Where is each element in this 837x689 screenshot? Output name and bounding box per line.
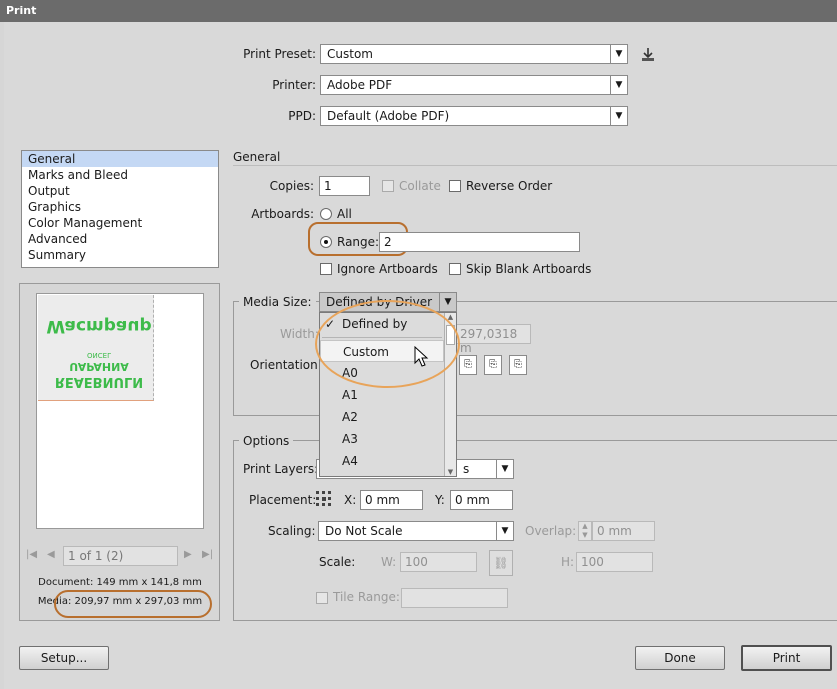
copies-label: Copies:: [269, 179, 314, 193]
first-page-icon[interactable]: |◀: [26, 549, 37, 560]
print-layers-label: Print Layers:: [243, 462, 319, 476]
media-size-label: Media Size:: [239, 295, 316, 309]
reverse-order-label: Reverse Order: [466, 179, 553, 193]
overlap-label: Overlap:: [525, 524, 577, 538]
range-radio[interactable]: [320, 236, 332, 248]
chevron-down-icon: ▼: [610, 45, 627, 63]
sidebar-item-general[interactable]: General: [22, 151, 218, 167]
print-preset-label: Print Preset:: [243, 47, 316, 61]
orientation-landscape-icon[interactable]: ⎘: [459, 355, 477, 375]
chevron-down-icon: ▼: [496, 460, 513, 478]
general-section-title: General: [233, 150, 281, 164]
scale-h-input[interactable]: 100: [576, 552, 653, 572]
scale-h-label: H:: [561, 555, 575, 569]
setup-button[interactable]: Setup...: [19, 646, 109, 670]
artwork-title-text: Wacmpaup: [46, 316, 152, 336]
placement-label: Placement:: [249, 493, 317, 507]
artwork-bottom-text: REAEBNULN: [54, 374, 144, 389]
category-list[interactable]: General Marks and Bleed Output Graphics …: [21, 150, 219, 268]
media-size-highlight: [54, 590, 212, 618]
sidebar-item-graphics[interactable]: Graphics: [22, 199, 218, 215]
chevron-down-icon: ▼: [496, 522, 513, 540]
done-button[interactable]: Done: [635, 646, 725, 670]
general-divider: [233, 165, 837, 166]
sidebar-item-marks-and-bleed[interactable]: Marks and Bleed: [22, 167, 218, 183]
tile-range-label: Tile Range:: [333, 590, 400, 604]
sidebar-item-advanced[interactable]: Advanced: [22, 231, 218, 247]
height-input[interactable]: 297,0318 m: [455, 324, 531, 355]
document-size-text: Document: 149 mm x 141,8 mm: [38, 577, 202, 588]
artwork-small-text: ONCEL: [87, 351, 111, 359]
y-label: Y:: [435, 493, 445, 507]
reverse-order-checkbox[interactable]: [449, 180, 461, 192]
media-option-a3[interactable]: A3: [320, 428, 444, 450]
range-label: Range:: [337, 235, 380, 249]
print-preset-select[interactable]: Custom ▼: [320, 44, 628, 64]
page-indicator-field[interactable]: 1 of 1 (2): [63, 546, 178, 566]
x-input[interactable]: 0 mm: [360, 490, 423, 510]
mouse-cursor-icon: [414, 345, 430, 368]
print-button[interactable]: Print: [741, 645, 832, 671]
overlap-stepper-icon[interactable]: ▲ ▼: [578, 521, 592, 541]
scaling-label: Scaling:: [268, 524, 316, 538]
copies-input[interactable]: 1: [319, 176, 370, 196]
last-page-icon[interactable]: ▶|: [202, 549, 213, 560]
options-section-title: Options: [239, 434, 294, 448]
ppd-select[interactable]: Default (Adobe PDF) ▼: [320, 106, 628, 126]
save-preset-icon[interactable]: [640, 46, 656, 62]
y-input[interactable]: 0 mm: [450, 490, 513, 510]
scale-w-input[interactable]: 100: [400, 552, 477, 572]
next-page-icon[interactable]: ▶: [184, 549, 192, 560]
chevron-down-icon: ▼: [610, 76, 627, 94]
placement-grid-icon[interactable]: [315, 490, 333, 508]
chevron-down-icon: ▼: [610, 107, 627, 125]
sidebar-item-color-management[interactable]: Color Management: [22, 215, 218, 231]
collate-checkbox[interactable]: [382, 180, 394, 192]
link-constrain-icon[interactable]: ⛓: [489, 550, 513, 576]
ignore-artboards-label: Ignore Artboards: [337, 262, 438, 276]
ppd-label: PPD:: [288, 109, 316, 123]
printer-label: Printer:: [272, 78, 316, 92]
all-radio[interactable]: [320, 208, 332, 220]
width-label: Width:: [280, 327, 319, 341]
x-label: X:: [344, 493, 357, 507]
orientation-portrait-flipped-icon[interactable]: ⎘: [484, 355, 502, 375]
scale-w-label: W:: [381, 555, 397, 569]
chevron-down-icon: ▼: [439, 293, 456, 311]
window-title: Print: [0, 0, 837, 22]
orientation-label: Orientation:: [250, 358, 322, 372]
artboards-label: Artboards:: [251, 207, 314, 221]
overlap-input[interactable]: 0 mm: [592, 521, 655, 541]
collate-label: Collate: [399, 179, 441, 193]
skip-blank-checkbox[interactable]: [449, 263, 461, 275]
scaling-select[interactable]: Do Not Scale ▼: [318, 521, 514, 541]
orientation-landscape-flipped-icon[interactable]: ⎘: [509, 355, 527, 375]
skip-blank-label: Skip Blank Artboards: [466, 262, 592, 276]
artwork-mid-text: UAPAHNA: [69, 360, 129, 373]
media-option-a2[interactable]: A2: [320, 406, 444, 428]
scale-label: Scale:: [319, 555, 356, 569]
prev-page-icon[interactable]: ◀: [47, 549, 55, 560]
media-option-a4[interactable]: A4: [320, 450, 444, 472]
sidebar-item-output[interactable]: Output: [22, 183, 218, 199]
tile-range-input[interactable]: [401, 588, 508, 608]
printer-select[interactable]: Adobe PDF ▼: [320, 75, 628, 95]
sidebar-item-summary[interactable]: Summary: [22, 247, 218, 263]
ignore-artboards-checkbox[interactable]: [320, 263, 332, 275]
tile-range-checkbox[interactable]: [316, 592, 328, 604]
range-input[interactable]: 2: [379, 232, 580, 252]
dropdown-highlight: [315, 300, 460, 388]
all-label: All: [337, 207, 352, 221]
